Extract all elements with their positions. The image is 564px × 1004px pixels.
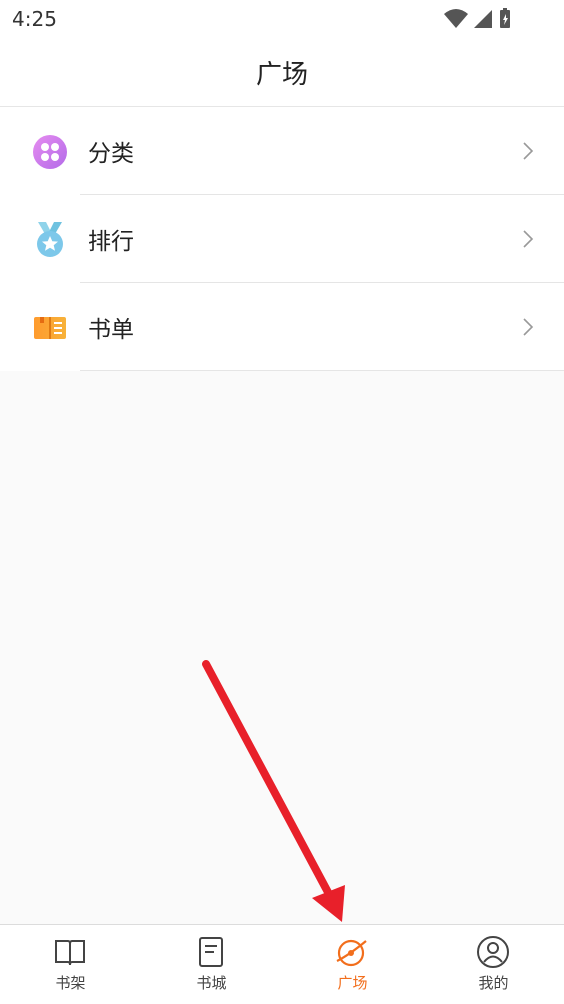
tab-label: 书架 xyxy=(55,974,86,992)
tab-label: 广场 xyxy=(337,974,368,992)
planet-icon xyxy=(336,939,367,967)
tab-label: 书城 xyxy=(196,974,227,992)
document-icon xyxy=(199,937,223,967)
open-book-icon xyxy=(55,940,85,966)
annotation-arrow xyxy=(202,660,345,922)
tab-square[interactable]: 广场 xyxy=(282,925,423,1004)
tab-bookshelf[interactable]: 书架 xyxy=(0,925,141,1004)
bottom-tab-bar: 书架 书城 广场 我的 xyxy=(0,924,564,1004)
tab-mine[interactable]: 我的 xyxy=(423,925,564,1004)
profile-icon xyxy=(477,936,509,968)
tab-label: 我的 xyxy=(478,974,509,992)
tab-bookstore[interactable]: 书城 xyxy=(141,925,282,1004)
